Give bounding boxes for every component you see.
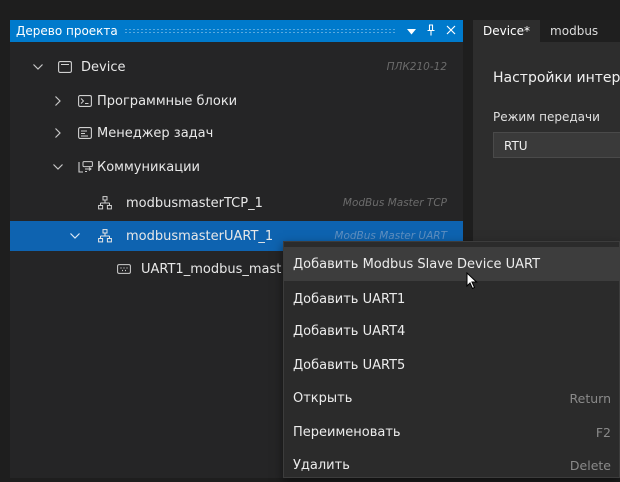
menu-item-label: Добавить UART4 [293,323,406,339]
menu-item-shortcut: Return [569,390,611,406]
serial-port-icon [116,261,132,277]
menu-item-label: Удалить [293,457,350,473]
tree-item-task-manager[interactable]: Менеджер задач [10,118,463,148]
tree-item-label: UART1_modbus_mast [141,261,282,277]
menu-item-label: Добавить UART5 [293,357,406,373]
tree-item-label: modbusmasterTCP_1 [126,195,263,211]
tree-item-device[interactable]: Device ПЛК210-12 [10,52,463,82]
menu-item-label: Добавить Modbus Slave Device UART [293,256,541,272]
tree-item-label: Коммуникации [97,159,201,175]
menu-item-delete[interactable]: Удалить Delete [284,448,620,482]
tab-modbus[interactable]: modbus [540,20,608,42]
panel-drag-grip[interactable] [123,28,395,34]
settings-heading: Настройки интер [493,70,620,86]
editor-tabs: Device* modbus [473,20,620,42]
panel-header: Дерево проекта [10,20,463,42]
chevron-right-icon[interactable] [51,94,65,108]
pin-icon[interactable] [421,23,441,39]
modbus-tcp-type: ModBus Master TCP [342,197,447,209]
mouse-cursor-icon [466,272,478,290]
tree-item-label: Менеджер задач [97,125,214,141]
menu-item-label: Открыть [293,390,353,406]
device-type: ПЛК210-12 [386,61,447,73]
device-icon [57,59,73,75]
dropdown-icon[interactable] [401,25,421,38]
program-blocks-icon [77,93,93,109]
network-icon [97,228,113,244]
tree-item-program-blocks[interactable]: Программные блоки [10,86,463,116]
menu-item-add-uart5[interactable]: Добавить UART5 [284,348,620,382]
tab-device[interactable]: Device* [473,20,541,42]
tree-item-label: modbusmasterUART_1 [126,228,274,244]
transfer-mode-label: Режим передачи [493,110,600,124]
menu-item-open[interactable]: Открыть Return [284,381,620,415]
close-icon[interactable] [441,25,461,38]
menu-item-shortcut: Delete [569,457,611,473]
communications-icon [77,159,93,175]
task-manager-icon [77,125,93,141]
panel-title: Дерево проекта [16,24,118,38]
menu-item-rename[interactable]: Переименовать F2 [284,415,620,449]
menu-item-add-uart4[interactable]: Добавить UART4 [284,314,620,348]
network-icon [97,195,113,211]
tree-item-modbus-tcp[interactable]: modbusmasterTCP_1 ModBus Master TCP [10,188,463,218]
menu-item-add-uart1[interactable]: Добавить UART1 [284,282,620,316]
chevron-down-icon[interactable] [51,160,65,174]
menu-item-shortcut: F2 [595,424,611,440]
tree-item-label: Программные блоки [97,93,238,109]
tree-item-label: Device [81,59,126,75]
menu-item-label: Переименовать [293,424,401,440]
tree-item-communications[interactable]: Коммуникации [10,152,463,182]
chevron-down-icon[interactable] [31,60,45,74]
chevron-down-icon[interactable] [68,229,82,243]
chevron-right-icon[interactable] [51,126,65,140]
menu-item-label: Добавить UART1 [293,291,406,307]
menu-item-add-modbus-slave-device-uart[interactable]: Добавить Modbus Slave Device UART [284,247,620,281]
context-menu: Добавить Modbus Slave Device UART Добави… [283,241,620,478]
transfer-mode-select[interactable]: RTU [493,132,620,158]
